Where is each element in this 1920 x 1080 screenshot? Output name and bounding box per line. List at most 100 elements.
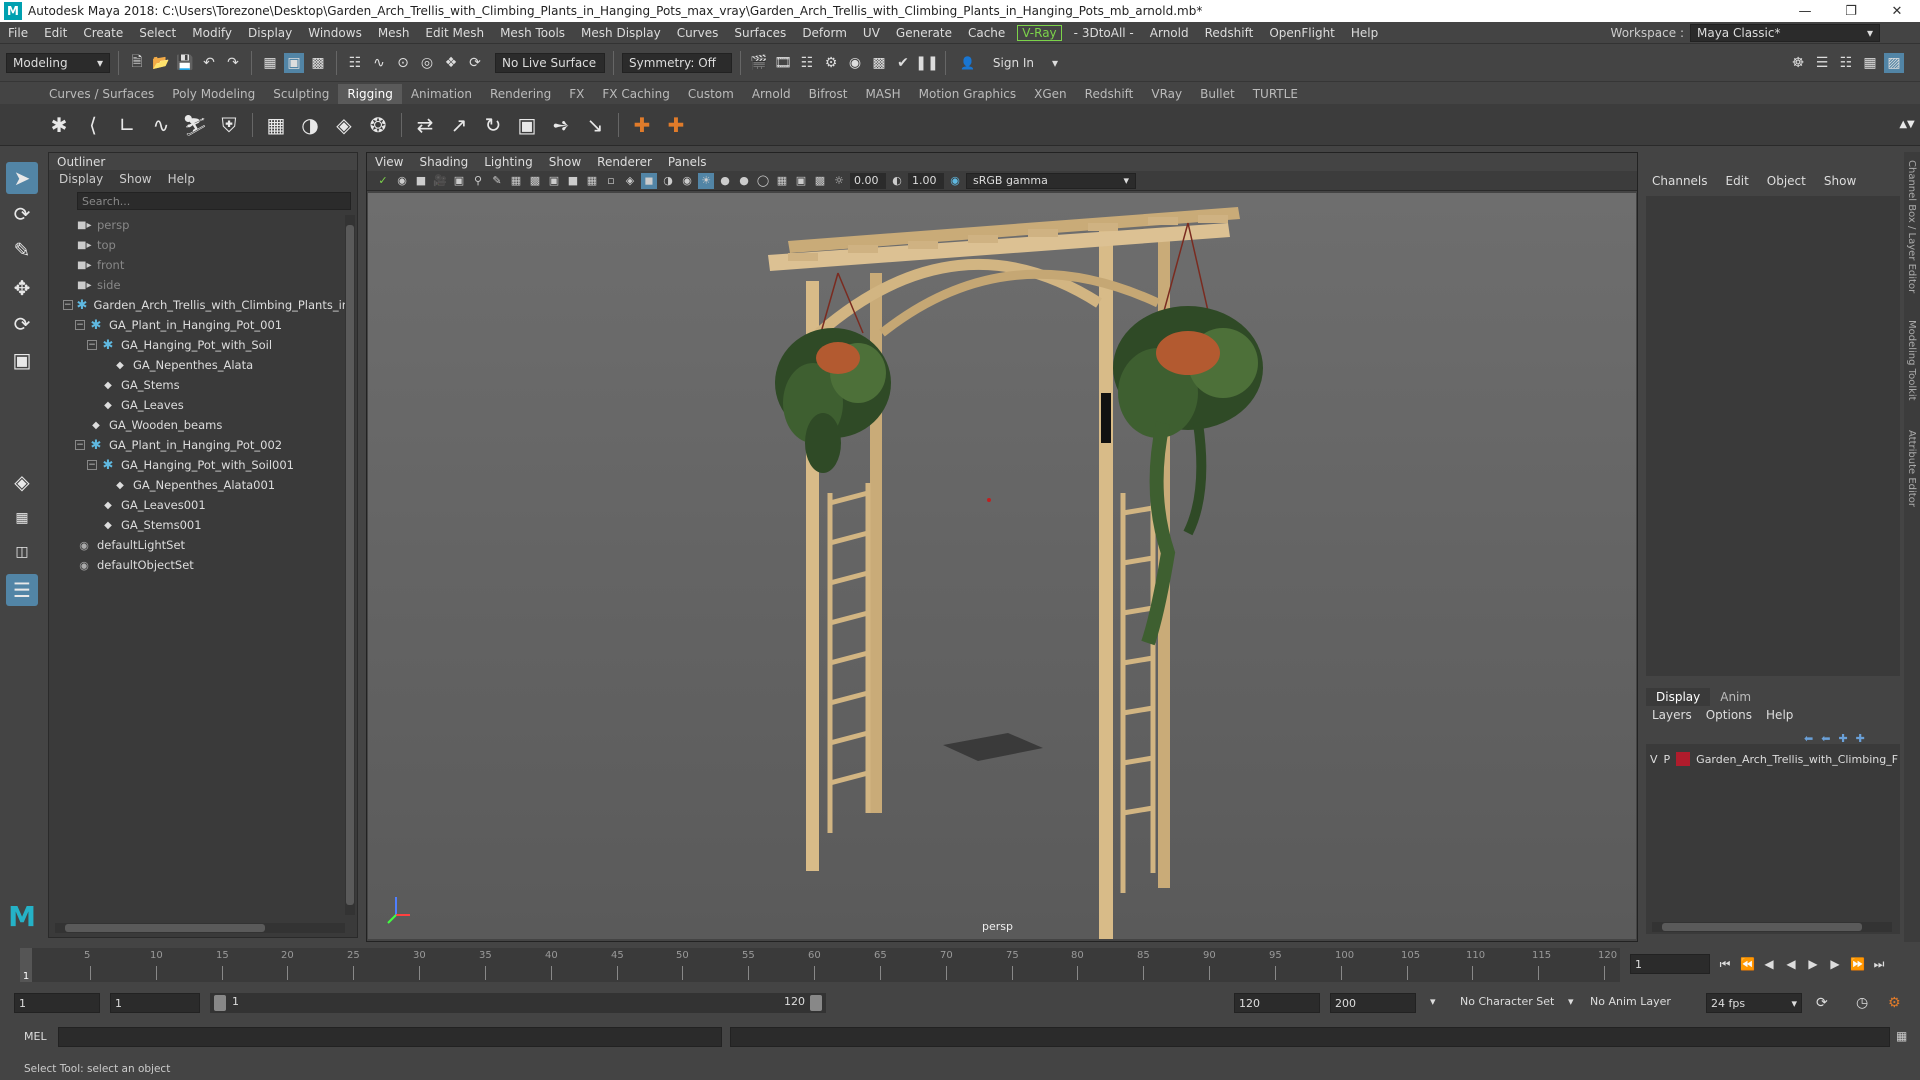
- cluster-icon[interactable]: ❂: [363, 110, 393, 140]
- viewport-menu-show[interactable]: Show: [549, 155, 581, 169]
- select-hierarchy-icon[interactable]: ▦: [260, 53, 280, 73]
- attribute-editor-icon[interactable]: ☰: [1812, 53, 1832, 73]
- outliner-menu-help[interactable]: Help: [168, 172, 195, 186]
- set-driven-key-icon[interactable]: ✚: [661, 110, 691, 140]
- move-tool-icon[interactable]: ✥: [6, 272, 38, 304]
- layer-visibility-toggle[interactable]: V: [1650, 753, 1658, 766]
- anim-layer-icon[interactable]: ▾: [1568, 995, 1574, 1008]
- shelf-tab-redshift[interactable]: Redshift: [1076, 84, 1143, 104]
- viewport-menu-panels[interactable]: Panels: [668, 155, 707, 169]
- step-back-key-icon[interactable]: ⏪: [1740, 957, 1755, 971]
- quick-rig-icon[interactable]: ⛨: [214, 110, 244, 140]
- layer-color-swatch[interactable]: [1676, 752, 1691, 766]
- side-tab-attribute-editor[interactable]: Attribute Editor: [1906, 430, 1917, 507]
- outliner-horizontal-scrollbar[interactable]: [55, 923, 345, 933]
- shelf-tab-curves-surfaces[interactable]: Curves / Surfaces: [40, 84, 163, 104]
- shelf-tab-rendering[interactable]: Rendering: [481, 84, 560, 104]
- shelf-tab-mash[interactable]: MASH: [856, 84, 909, 104]
- xray-icon[interactable]: ▣: [793, 173, 809, 189]
- auto-key-icon[interactable]: ◷: [1856, 995, 1868, 1011]
- layer-menu-layers[interactable]: Layers: [1652, 708, 1692, 722]
- viewport-menu-shading[interactable]: Shading: [419, 155, 468, 169]
- menu-3dtoall[interactable]: - 3DtoAll -: [1066, 26, 1142, 40]
- shelf-tab-animation[interactable]: Animation: [402, 84, 481, 104]
- current-frame-field[interactable]: 1: [1630, 954, 1710, 974]
- character-set-icon[interactable]: ▾: [1430, 995, 1436, 1008]
- film-gate-icon[interactable]: ▩: [527, 173, 543, 189]
- menu-display[interactable]: Display: [240, 26, 300, 40]
- playback-start-field[interactable]: 1: [110, 993, 200, 1013]
- create-joints-icon[interactable]: ✱: [44, 110, 74, 140]
- single-view-icon[interactable]: ◈: [6, 466, 38, 498]
- scroll-thumb[interactable]: [1662, 923, 1862, 931]
- 2d-pan-zoom-icon[interactable]: ⚲: [470, 173, 486, 189]
- scale-tool-icon[interactable]: ▣: [6, 344, 38, 376]
- render-sequence-icon[interactable]: 🎞: [773, 53, 793, 73]
- snap-curve-icon[interactable]: ∿: [369, 53, 389, 73]
- 3d-viewport[interactable]: persp: [368, 193, 1636, 941]
- insert-joint-icon[interactable]: ⟨: [78, 110, 108, 140]
- shelf-tab-motion-graphics[interactable]: Motion Graphics: [910, 84, 1026, 104]
- use-all-lights-icon[interactable]: ☀: [698, 172, 714, 189]
- outliner-vertical-scrollbar[interactable]: [345, 215, 355, 915]
- collapse-toggle-icon[interactable]: −: [87, 340, 97, 350]
- menu-uv[interactable]: UV: [855, 26, 888, 40]
- layer-horizontal-scrollbar[interactable]: [1652, 922, 1892, 932]
- loop-icon[interactable]: ⟳: [1816, 995, 1828, 1011]
- snap-view-icon[interactable]: ◎: [417, 53, 437, 73]
- layer-menu-options[interactable]: Options: [1706, 708, 1752, 722]
- four-view-icon[interactable]: ▦: [6, 502, 38, 534]
- viewport-menu-lighting[interactable]: Lighting: [484, 155, 533, 169]
- paint-weights-icon[interactable]: ◑: [295, 110, 325, 140]
- menu-edit[interactable]: Edit: [36, 26, 75, 40]
- outliner-layout-icon[interactable]: ☰: [6, 574, 38, 606]
- playback-end-field[interactable]: 120: [1234, 993, 1320, 1013]
- step-forward-frame-icon[interactable]: ▶: [1828, 957, 1842, 971]
- menu-windows[interactable]: Windows: [300, 26, 370, 40]
- snap-point-icon[interactable]: ⊙: [393, 53, 413, 73]
- ambient-occlusion-icon[interactable]: ●: [736, 173, 752, 189]
- outliner-menu-display[interactable]: Display: [59, 172, 103, 186]
- collapse-toggle-icon[interactable]: −: [87, 460, 97, 470]
- menu-redshift[interactable]: Redshift: [1197, 26, 1262, 40]
- collapse-toggle-icon[interactable]: −: [75, 320, 85, 330]
- tool-settings-icon[interactable]: ☷: [1836, 53, 1856, 73]
- shelf-tab-vray[interactable]: VRay: [1142, 84, 1191, 104]
- lasso-tool-icon[interactable]: ⟳: [6, 198, 38, 230]
- play-backward-icon[interactable]: ◀: [1784, 957, 1798, 971]
- menu-surfaces[interactable]: Surfaces: [726, 26, 794, 40]
- animation-end-field[interactable]: 200: [1330, 993, 1416, 1013]
- image-plane-icon[interactable]: ▣: [451, 173, 467, 189]
- select-object-icon[interactable]: ▣: [284, 52, 304, 73]
- collapse-toggle-icon[interactable]: −: [75, 440, 85, 450]
- menu-mesh[interactable]: Mesh: [370, 26, 418, 40]
- motion-blur-icon[interactable]: ◯: [755, 173, 771, 189]
- go-to-end-icon[interactable]: ⏭: [1872, 957, 1886, 972]
- resolution-gate-icon[interactable]: ▣: [546, 173, 562, 189]
- channel-list-area[interactable]: [1646, 196, 1900, 676]
- outliner-item[interactable]: ■▸ side: [49, 275, 345, 295]
- render-setup-icon[interactable]: ✔: [893, 53, 913, 73]
- snap-surface-icon[interactable]: ❖: [441, 53, 461, 73]
- camera-attributes-icon[interactable]: ■: [413, 173, 429, 189]
- step-back-frame-icon[interactable]: ◀: [1762, 957, 1776, 971]
- ik-spline-icon[interactable]: ∿: [146, 110, 176, 140]
- range-end-handle[interactable]: [810, 995, 822, 1011]
- step-forward-key-icon[interactable]: ⏩: [1850, 957, 1865, 971]
- select-component-icon[interactable]: ▩: [308, 53, 328, 73]
- snap-pivot-icon[interactable]: ⟳: [465, 53, 485, 73]
- viewport-menu-renderer[interactable]: Renderer: [597, 155, 652, 169]
- channel-layer-icon[interactable]: ▨: [1884, 52, 1904, 73]
- menu-modify[interactable]: Modify: [184, 26, 240, 40]
- shelf-scroll-icon[interactable]: ▲▼: [1899, 110, 1914, 140]
- humanik-icon[interactable]: ⛷: [180, 110, 210, 140]
- channel-menu-show[interactable]: Show: [1824, 174, 1856, 188]
- animation-start-field[interactable]: 1: [14, 993, 100, 1013]
- sign-in-button[interactable]: 👤 Sign In ▾: [954, 53, 1064, 73]
- ik-handle-icon[interactable]: ∟: [112, 110, 142, 140]
- range-slider[interactable]: 1 120: [210, 993, 826, 1013]
- bookmark-icon[interactable]: 🎥: [432, 173, 448, 189]
- outliner-item[interactable]: ◆ GA_Stems: [49, 375, 345, 395]
- channel-menu-edit[interactable]: Edit: [1726, 174, 1749, 188]
- point-constraint-icon[interactable]: ↗: [444, 110, 474, 140]
